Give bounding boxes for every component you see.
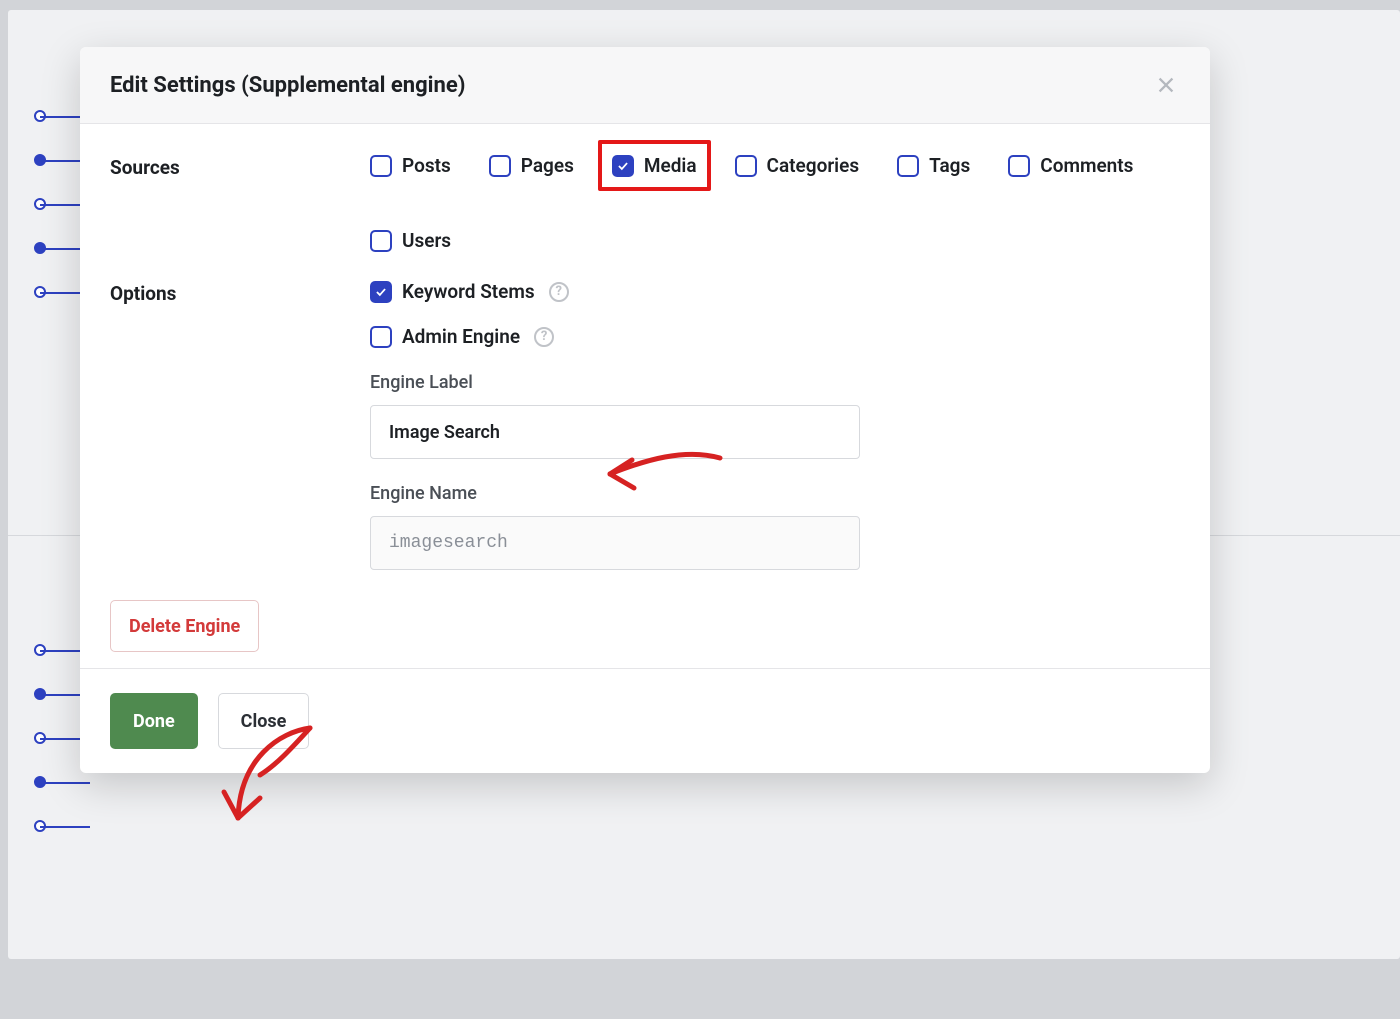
source-tags[interactable]: Tags <box>897 154 970 177</box>
modal-body: Sources Posts Pages <box>80 124 1210 668</box>
close-button[interactable]: Close <box>218 693 310 749</box>
option-keyword-stems[interactable]: Keyword Stems ? <box>370 280 1180 303</box>
options-label: Options <box>110 280 370 305</box>
source-users[interactable]: Users <box>370 229 451 252</box>
help-icon[interactable]: ? <box>534 327 554 347</box>
bg-line <box>40 782 90 784</box>
sources-row: Sources Posts Pages <box>110 154 1180 252</box>
engine-label-field-block: Engine Label <box>370 372 1180 459</box>
source-media[interactable]: Media <box>612 154 697 177</box>
modal-footer: Done Close <box>80 668 1210 773</box>
modal-header: Edit Settings (Supplemental engine) <box>80 47 1210 124</box>
checkbox-label: Keyword Stems <box>402 280 535 303</box>
checkbox-icon <box>897 155 919 177</box>
checkbox-icon <box>612 155 634 177</box>
option-admin-engine[interactable]: Admin Engine ? <box>370 325 1180 348</box>
source-comments[interactable]: Comments <box>1008 154 1133 177</box>
source-categories[interactable]: Categories <box>735 154 860 177</box>
help-icon[interactable]: ? <box>549 282 569 302</box>
checkbox-label: Posts <box>402 154 451 177</box>
source-pages[interactable]: Pages <box>489 154 574 177</box>
checkbox-label: Tags <box>929 154 970 177</box>
checkbox-label: Comments <box>1040 154 1133 177</box>
checkbox-label: Users <box>402 229 451 252</box>
checkbox-icon <box>370 155 392 177</box>
modal-title: Edit Settings (Supplemental engine) <box>110 73 465 98</box>
engine-label-label: Engine Label <box>370 372 1180 393</box>
checkbox-label: Media <box>644 154 697 177</box>
checkbox-label: Categories <box>767 154 860 177</box>
checkbox-label: Pages <box>521 154 574 177</box>
checkbox-icon <box>735 155 757 177</box>
source-posts[interactable]: Posts <box>370 154 451 177</box>
engine-name-field-block: Engine Name <box>370 483 1180 570</box>
checkbox-icon <box>370 230 392 252</box>
engine-name-input[interactable] <box>370 516 860 570</box>
close-icon[interactable] <box>1152 71 1180 99</box>
checkbox-icon <box>370 326 392 348</box>
delete-engine-button[interactable]: Delete Engine <box>110 600 259 652</box>
checkbox-icon <box>1008 155 1030 177</box>
checkbox-icon <box>370 281 392 303</box>
checkbox-icon <box>489 155 511 177</box>
sources-label: Sources <box>110 154 370 179</box>
edit-settings-modal: Edit Settings (Supplemental engine) Sour… <box>80 47 1210 773</box>
engine-name-label: Engine Name <box>370 483 1180 504</box>
engine-label-input[interactable] <box>370 405 860 459</box>
bg-line <box>40 826 90 828</box>
done-button[interactable]: Done <box>110 693 198 749</box>
checkbox-label: Admin Engine <box>402 325 520 348</box>
options-row: Options Keyword Stems ? Admin Engine ? <box>110 280 1180 570</box>
